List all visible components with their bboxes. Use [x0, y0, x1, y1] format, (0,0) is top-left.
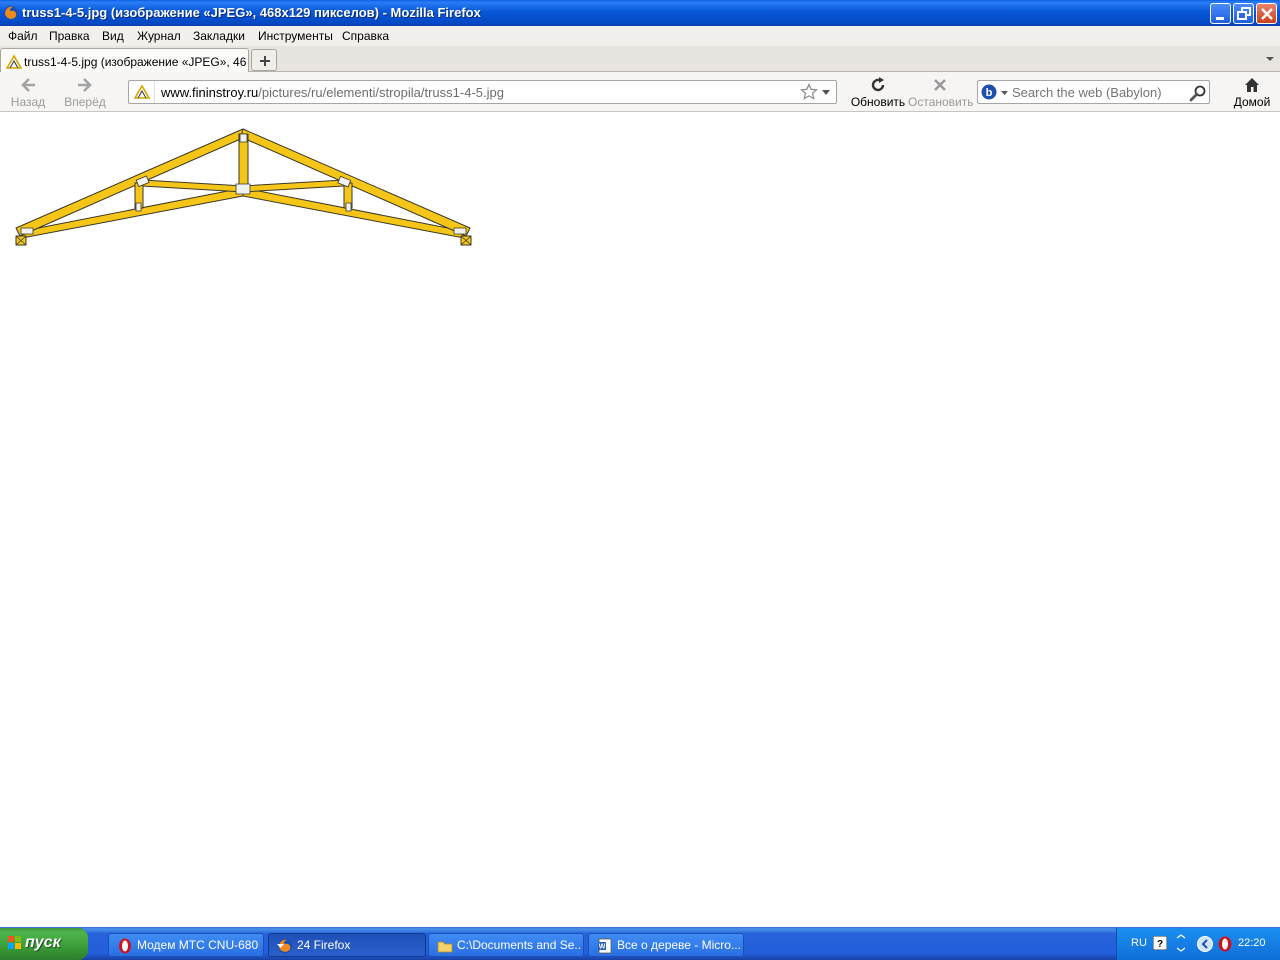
url-history-dropdown-icon[interactable]: [822, 90, 830, 95]
back-button[interactable]: Назад: [6, 74, 50, 110]
tab-strip: truss1-4-5.jpg (изображение «JPEG», 468x…: [0, 46, 1280, 73]
search-bar[interactable]: b: [977, 80, 1210, 104]
reload-label: Обновить: [850, 95, 906, 109]
group-dropdown-icon: [277, 944, 284, 948]
url-text[interactable]: www.fininstroy.ru/pictures/ru/elementi/s…: [161, 85, 504, 100]
opera-icon[interactable]: [1217, 936, 1233, 952]
taskbar-item-firefox[interactable]: 24 Firefox: [268, 933, 426, 957]
word-icon: W: [598, 938, 612, 954]
new-tab-button[interactable]: [251, 49, 277, 71]
search-icon[interactable]: [1189, 84, 1207, 102]
firefox-icon: [4, 6, 18, 20]
menu-bar: Файл Правка Вид Журнал Закладки Инструме…: [0, 26, 1280, 46]
truss-drawing: [15, 128, 472, 246]
taskbar-item-folder[interactable]: C:\Documents and Se...: [428, 933, 584, 957]
stop-label: Остановить: [908, 95, 974, 109]
window-titlebar[interactable]: truss1-4-5.jpg (изображение «JPEG», 468x…: [0, 0, 1280, 26]
taskbar-item-label: C:\Documents and Se...: [457, 938, 582, 952]
system-tray: RU ? 22:20: [1116, 928, 1280, 960]
site-favicon-icon: [6, 54, 22, 69]
reload-icon: [871, 77, 885, 92]
menu-bookmarks[interactable]: Закладки: [193, 29, 245, 43]
forward-arrow-icon: [78, 78, 92, 92]
tab-list-chevron-icon[interactable]: [1265, 54, 1275, 64]
forward-label: Вперёд: [64, 95, 106, 109]
left-support: [15, 235, 27, 246]
svg-text:b: b: [986, 87, 993, 99]
close-icon: [1261, 8, 1273, 20]
reload-button[interactable]: Обновить: [850, 74, 906, 110]
menu-edit[interactable]: Правка: [49, 29, 90, 43]
plus-icon: [260, 56, 270, 66]
back-arrow-icon: [21, 78, 35, 92]
svg-text:W: W: [599, 944, 606, 951]
stop-button[interactable]: Остановить: [908, 74, 974, 110]
folder-icon: [437, 941, 453, 953]
menu-help[interactable]: Справка: [342, 29, 389, 43]
stop-icon: [934, 79, 946, 91]
site-favicon-icon: [134, 84, 150, 99]
home-icon: [1245, 78, 1259, 92]
window-title: truss1-4-5.jpg (изображение «JPEG», 468x…: [22, 5, 481, 20]
taskbar-item-label: Модем МТС CNU-680: [137, 938, 259, 952]
engine-dropdown-icon[interactable]: [1001, 91, 1008, 95]
taskbar-item-label: 24 Firefox: [297, 938, 351, 952]
tray-expand-icon[interactable]: [1197, 936, 1213, 952]
restore-icon: [1237, 7, 1251, 20]
back-label: Назад: [10, 95, 46, 109]
taskbar-item-modem[interactable]: Модем МТС CNU-680: [108, 933, 264, 957]
babylon-engine-icon[interactable]: b: [981, 84, 997, 100]
site-identity-button[interactable]: [129, 81, 155, 103]
taskbar-item-label: Все о дереве - Micro...: [617, 938, 741, 952]
help-icon[interactable]: ?: [1153, 936, 1167, 950]
language-indicator[interactable]: RU: [1131, 937, 1147, 949]
svg-text:?: ?: [1157, 939, 1163, 950]
minimize-button[interactable]: [1210, 3, 1231, 24]
tab-title: truss1-4-5.jpg (изображение «JPEG», 468x…: [24, 55, 246, 69]
start-button[interactable]: пуск: [0, 928, 88, 960]
menu-file[interactable]: Файл: [8, 29, 38, 43]
minimize-icon: [1216, 17, 1224, 20]
menu-tools[interactable]: Инструменты: [258, 29, 333, 43]
network-icon[interactable]: [1175, 934, 1187, 952]
tab-active[interactable]: truss1-4-5.jpg (изображение «JPEG», 468x…: [0, 48, 249, 73]
opera-icon: [119, 938, 131, 954]
menu-history[interactable]: Журнал: [137, 29, 181, 43]
restore-button[interactable]: [1233, 3, 1254, 24]
start-label: пуск: [25, 934, 61, 951]
home-label: Домой: [1233, 95, 1271, 109]
menu-view[interactable]: Вид: [102, 29, 124, 43]
forward-button[interactable]: Вперёд: [60, 74, 110, 110]
search-input[interactable]: [1012, 84, 1182, 100]
home-button[interactable]: Домой: [1230, 74, 1274, 110]
clock: 22:20: [1238, 937, 1266, 949]
right-support: [460, 235, 472, 246]
close-button[interactable]: [1256, 3, 1277, 24]
address-bar[interactable]: www.fininstroy.ru/pictures/ru/elementi/s…: [128, 80, 837, 104]
taskbar-item-word[interactable]: W Все о дереве - Micro...: [588, 933, 744, 957]
roof-truss-image: [15, 128, 472, 246]
bookmark-star-icon[interactable]: [800, 83, 818, 101]
windows-logo-icon: [8, 936, 21, 949]
